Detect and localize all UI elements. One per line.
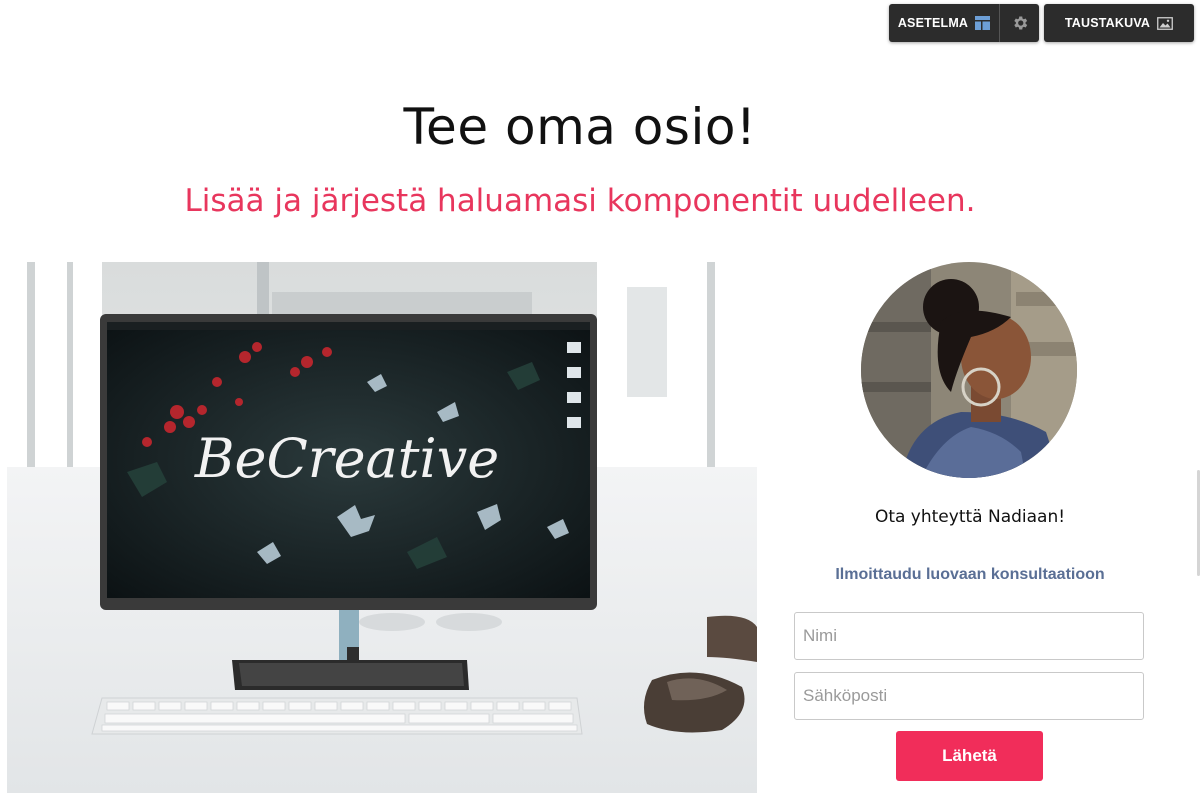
background-button-label: TAUSTAKUVA bbox=[1064, 16, 1151, 30]
name-input[interactable] bbox=[794, 612, 1144, 660]
hero-image: BeCreative bbox=[7, 262, 757, 793]
gear-icon bbox=[1013, 16, 1027, 30]
settings-button[interactable] bbox=[1000, 4, 1039, 42]
layout-button-label: ASETELMA bbox=[897, 16, 969, 30]
screen-script-text: BeCreative bbox=[194, 427, 499, 490]
avatar bbox=[861, 262, 1077, 478]
layout-icon bbox=[975, 16, 991, 30]
email-input[interactable] bbox=[794, 672, 1144, 720]
page: ASETELMA TAUSTAKUVA Tee oma osio! Lisää … bbox=[0, 0, 1200, 803]
image-icon bbox=[1157, 16, 1174, 30]
contact-title: Ota yhteyttä Nadiaan! bbox=[874, 507, 1066, 527]
section-title: Tee oma osio! bbox=[403, 98, 757, 156]
background-toolbar: TAUSTAKUVA bbox=[1044, 4, 1194, 42]
section-subtitle: Lisää ja järjestä haluamasi komponentit … bbox=[184, 183, 976, 219]
background-button[interactable]: TAUSTAKUVA bbox=[1044, 4, 1194, 42]
submit-button[interactable]: Lähetä bbox=[896, 731, 1043, 781]
layout-button[interactable]: ASETELMA bbox=[889, 4, 1000, 42]
layout-toolbar: ASETELMA bbox=[889, 4, 1039, 42]
contact-subtitle: Ilmoittaudu luovaan konsultaatioon bbox=[835, 566, 1105, 583]
